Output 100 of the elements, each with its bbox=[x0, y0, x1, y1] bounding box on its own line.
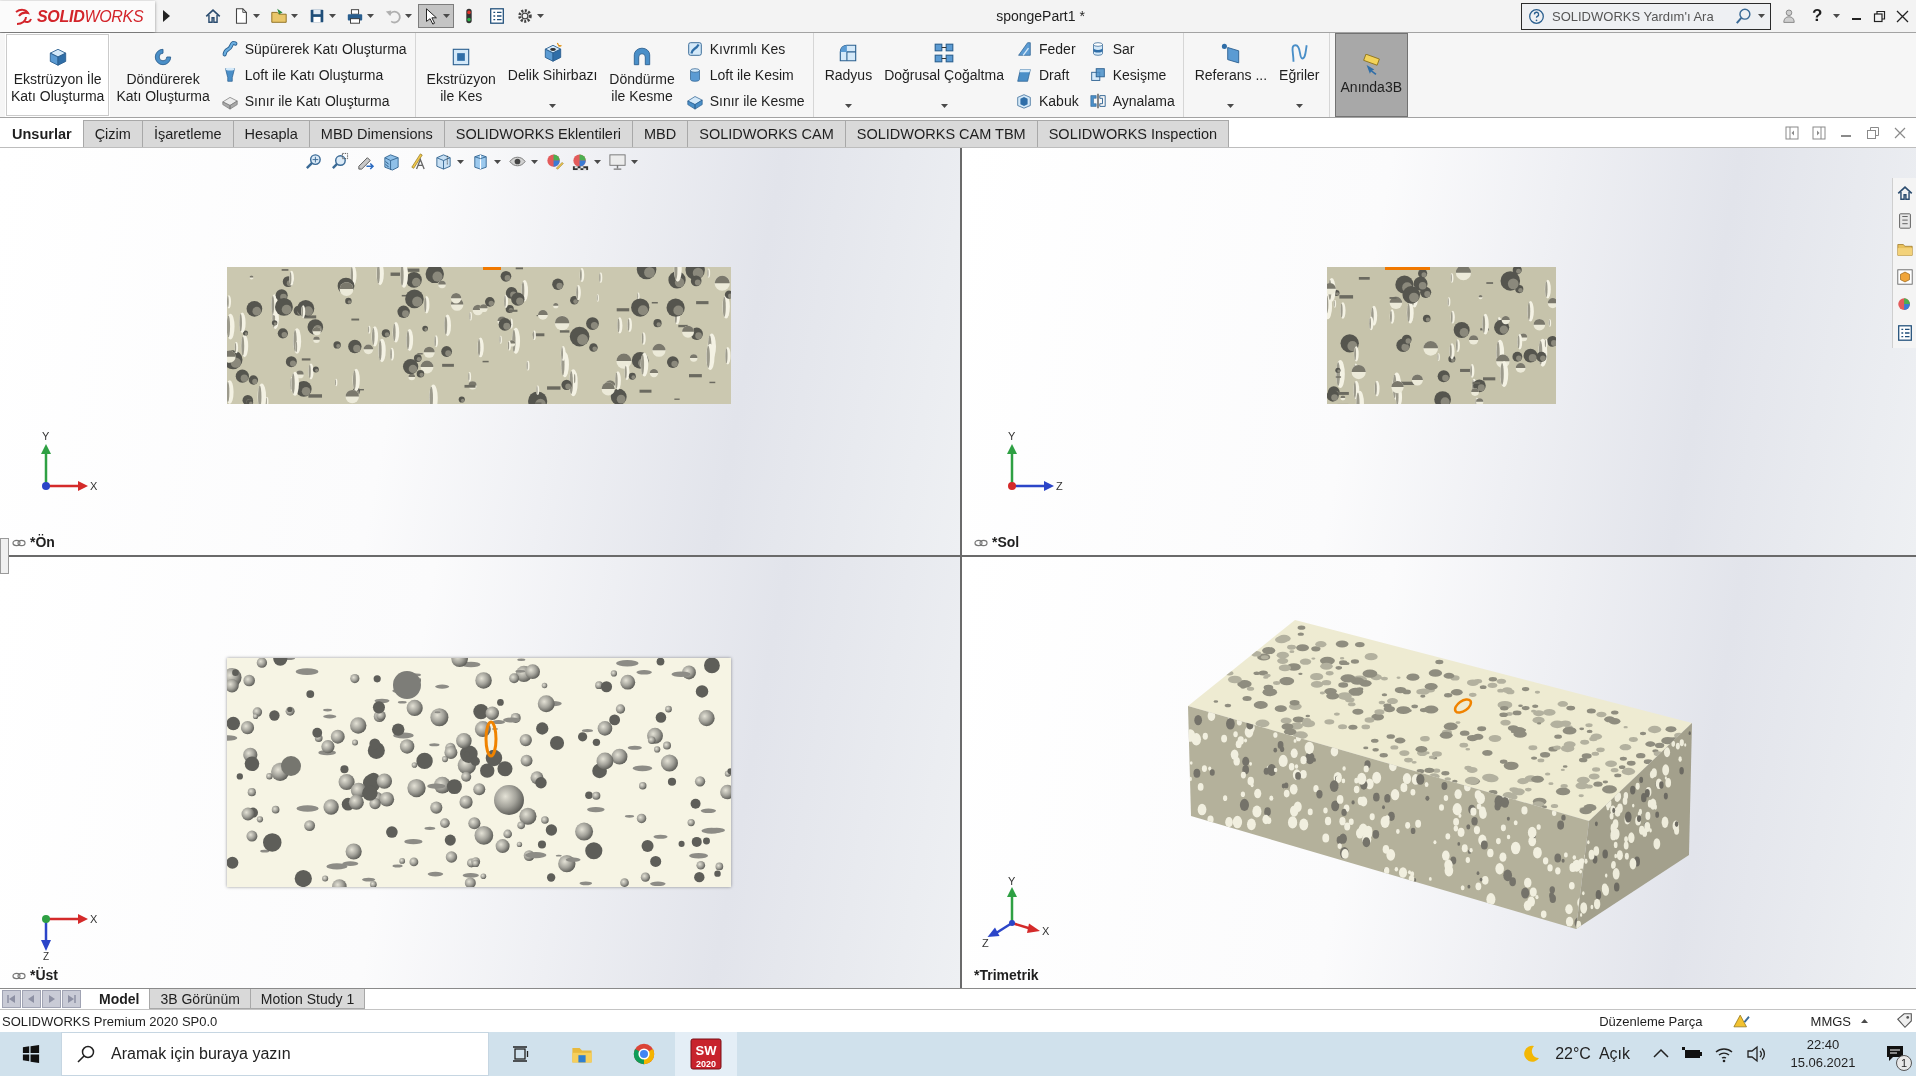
ribbon-button[interactable]: Draft bbox=[1012, 62, 1081, 88]
help-circle-icon bbox=[1528, 7, 1545, 25]
select-button[interactable] bbox=[418, 4, 454, 28]
ribbon-button[interactable]: Döndürerek Katı Oluşturma bbox=[110, 33, 216, 117]
panel-handle[interactable] bbox=[0, 538, 9, 574]
ribbon-tab[interactable]: SOLIDWORKS CAM TBM bbox=[844, 120, 1038, 147]
speaker-icon[interactable] bbox=[1746, 1044, 1766, 1064]
mode-text: Düzenleme Parça bbox=[1599, 1013, 1703, 1029]
help-search-field[interactable]: SOLIDWORKS Yardım'ı Ara bbox=[1521, 2, 1771, 30]
axis-label: Z bbox=[982, 937, 989, 949]
app-tile-icon: SW 2020 bbox=[690, 1038, 722, 1070]
axis-triad-icon bbox=[41, 914, 89, 952]
clock-date[interactable]: 15.06.2021 bbox=[1790, 1054, 1856, 1072]
ribbon-button[interactable]: Ekstrüzyon ile Kes bbox=[420, 33, 502, 117]
close-icon[interactable] bbox=[1896, 9, 1910, 23]
caret-icon bbox=[1227, 104, 1235, 108]
curved-tube-icon bbox=[220, 40, 239, 58]
list-icon bbox=[488, 7, 506, 25]
ribbon-button[interactable]: Referans ... bbox=[1188, 33, 1274, 117]
chain-link-icon bbox=[974, 537, 988, 548]
search-icon bbox=[1735, 6, 1753, 25]
ribbon-tab[interactable]: Hesapla bbox=[232, 120, 310, 147]
caret-icon bbox=[594, 159, 601, 164]
axis-label: Y bbox=[42, 430, 50, 442]
view-tool-button[interactable] bbox=[570, 151, 602, 172]
ribbon-tab[interactable]: MBD Dimensions bbox=[308, 120, 445, 147]
ribbon-button[interactable]: Radyus bbox=[818, 33, 879, 117]
ribbon-button[interactable]: Aynalama bbox=[1086, 88, 1177, 114]
ribbon-button[interactable]: Kıvrımlı Kes bbox=[683, 36, 807, 62]
ribbon-button[interactable]: Döndürme ile Kesme bbox=[603, 33, 681, 117]
units-button[interactable]: MMGS bbox=[1810, 1013, 1868, 1029]
ribbon-button[interactable]: Sar bbox=[1086, 36, 1177, 62]
ribbon-button[interactable]: Ekstrüzyon İle Katı Oluşturma bbox=[5, 33, 111, 117]
axis-label: X bbox=[1042, 925, 1050, 937]
section-box-icon bbox=[382, 152, 401, 171]
tag-icon[interactable] bbox=[1896, 1012, 1914, 1030]
caret-icon bbox=[531, 159, 538, 164]
home-icon bbox=[204, 7, 222, 25]
ribbon-tab[interactable]: Çizim bbox=[82, 120, 143, 147]
caret-icon bbox=[457, 159, 464, 164]
view-tool-button[interactable] bbox=[381, 151, 402, 172]
ribbon-tab[interactable]: SOLIDWORKS Eklentileri bbox=[443, 120, 633, 147]
ribbon-button[interactable]: Eğriler bbox=[1273, 33, 1326, 117]
caret-icon bbox=[1833, 14, 1841, 18]
dashed-magnifier-icon bbox=[330, 152, 349, 171]
ribbon-button[interactable]: Kesişme bbox=[1086, 62, 1177, 88]
pencil-tools-icon bbox=[408, 152, 427, 171]
tile-left-icon[interactable] bbox=[1785, 125, 1799, 140]
view-tool-button[interactable] bbox=[433, 151, 465, 172]
user-icon[interactable] bbox=[1781, 6, 1797, 26]
ribbon-tab[interactable]: MBD bbox=[632, 120, 689, 147]
tile-right-icon[interactable] bbox=[1812, 125, 1826, 140]
slanted-block-icon bbox=[1014, 66, 1033, 84]
caret-icon bbox=[494, 159, 501, 164]
view-name: *Sol bbox=[992, 534, 1020, 551]
caret-icon bbox=[1295, 104, 1303, 108]
ribbon-button[interactable]: Delik Sihirbazı bbox=[501, 33, 604, 117]
ribbon-tab[interactable]: SOLIDWORKS Inspection bbox=[1036, 120, 1230, 147]
home-icon[interactable] bbox=[1895, 184, 1914, 202]
sheet-tab[interactable]: Motion Study 1 bbox=[249, 989, 366, 1009]
taskbar-search-field[interactable]: Aramak için buraya yazın bbox=[61, 1032, 489, 1076]
caret-icon bbox=[291, 14, 298, 18]
ribbon-tab[interactable]: SOLIDWORKS CAM bbox=[687, 120, 846, 147]
view-tool-button[interactable] bbox=[303, 151, 324, 172]
skip-start-icon[interactable] bbox=[2, 990, 21, 1008]
view-name: *Trimetrik bbox=[974, 967, 1039, 984]
help-button[interactable]: ? bbox=[1811, 6, 1824, 26]
caret-icon bbox=[844, 104, 852, 108]
monitor-icon bbox=[608, 152, 627, 171]
temperature-text[interactable]: 22°C bbox=[1555, 1045, 1591, 1063]
view-name: *Üst bbox=[30, 967, 58, 984]
ribbon-tab[interactable]: İşaretleme bbox=[141, 120, 234, 147]
caret-icon bbox=[367, 14, 374, 18]
warning-pencil-icon[interactable] bbox=[1732, 1013, 1751, 1029]
ribbon-button[interactable]: Süpürerek Katı Oluşturma bbox=[218, 36, 409, 62]
list-icon[interactable] bbox=[1895, 324, 1914, 342]
taskbar-button[interactable]: SW 2020 bbox=[675, 1032, 737, 1076]
ribbon-button[interactable]: Sınır ile Katı Oluşturma bbox=[218, 88, 409, 114]
chain-link-icon bbox=[12, 537, 26, 548]
ribbon-button[interactable]: Feder bbox=[1012, 36, 1081, 62]
clock-time[interactable]: 22:40 bbox=[1806, 1036, 1840, 1054]
restore-icon[interactable] bbox=[1873, 9, 1887, 23]
rectangle-stack-icon bbox=[510, 1044, 530, 1064]
logo-button[interactable]: SOLIDWORKS bbox=[0, 1, 155, 32]
caret-icon bbox=[549, 104, 557, 108]
ribbon-button[interactable]: Kabuk bbox=[1012, 88, 1081, 114]
chain-link-icon bbox=[12, 970, 26, 981]
ribbon-button[interactable]: Doğrusal Çoğaltma bbox=[878, 33, 1010, 117]
ribbon-button[interactable]: Anında3B bbox=[1334, 33, 1409, 117]
grid-pattern-icon bbox=[933, 42, 956, 64]
flyout-arrow-icon[interactable] bbox=[163, 10, 170, 22]
ribbon-button[interactable]: Loft ile Kesim bbox=[683, 62, 807, 88]
sheet-tab[interactable]: 3B Görünüm bbox=[149, 989, 251, 1009]
ribbon-button[interactable]: Sınır ile Kesme bbox=[683, 88, 807, 114]
weather-text[interactable]: Açık bbox=[1598, 1045, 1630, 1063]
view-tool-button[interactable] bbox=[329, 151, 350, 172]
caret-icon bbox=[329, 14, 336, 18]
axis-label: Y bbox=[1008, 430, 1016, 442]
axis-label: X bbox=[90, 480, 98, 492]
ribbon-button[interactable]: Loft ile Katı Oluşturma bbox=[218, 62, 409, 88]
